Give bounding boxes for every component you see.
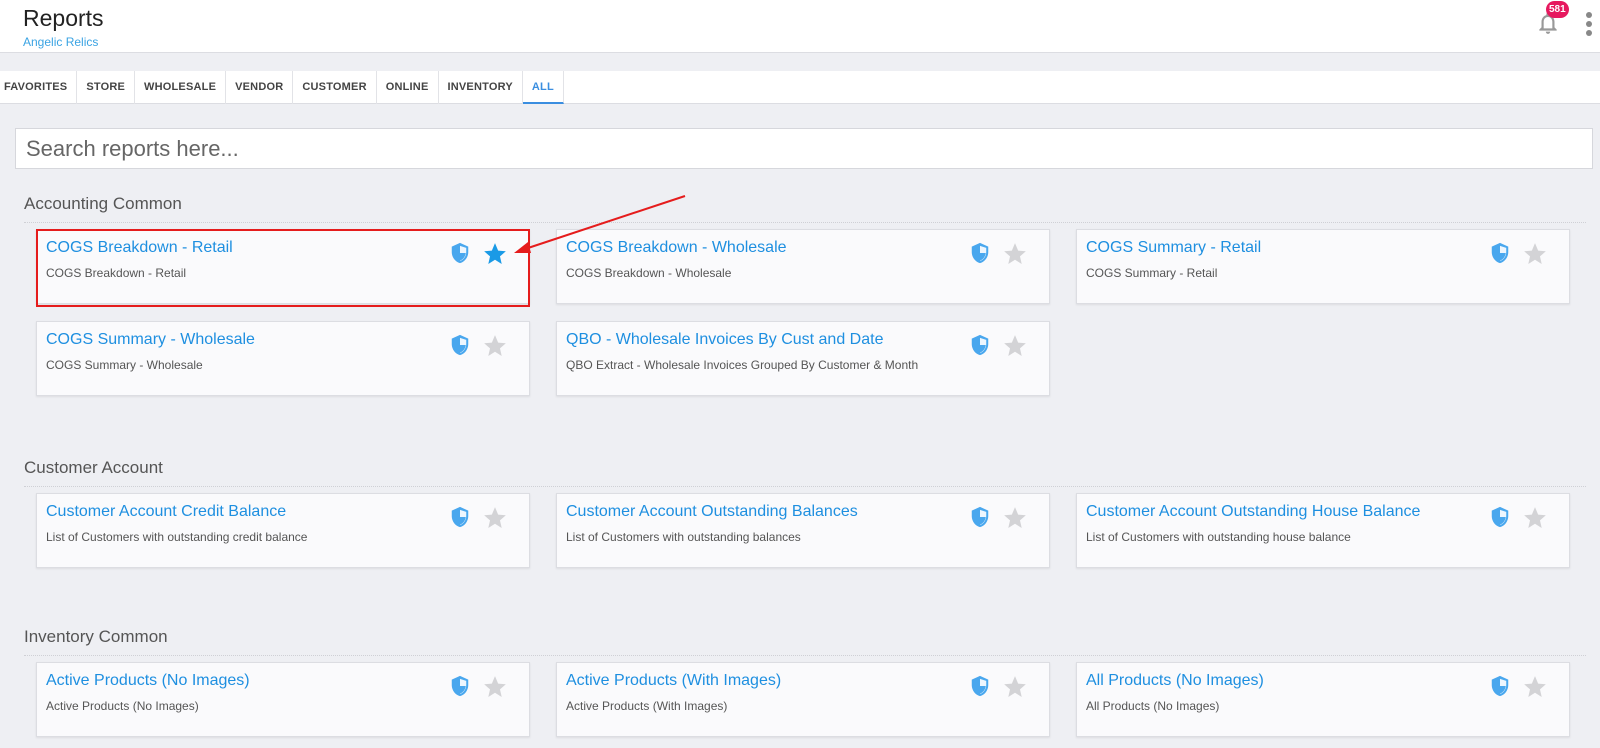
shield-icon: [971, 506, 989, 528]
notification-badge: 581: [1546, 1, 1569, 18]
shield-icon: [451, 242, 469, 264]
tab-online[interactable]: ONLINE: [377, 71, 439, 104]
report-description: List of Customers with outstanding house…: [1086, 530, 1351, 544]
tab-store[interactable]: STORE: [77, 71, 136, 104]
report-description: Active Products (No Images): [46, 699, 199, 713]
shield-icon: [1491, 675, 1509, 697]
report-title-link[interactable]: Customer Account Outstanding Balances: [566, 503, 858, 521]
report-description: COGS Summary - Retail: [1086, 266, 1218, 280]
star-icon[interactable]: [482, 674, 508, 700]
shield-icon: [1491, 506, 1509, 528]
shield-icon: [971, 334, 989, 356]
report-title-link[interactable]: COGS Breakdown - Retail: [46, 239, 233, 257]
report-card[interactable]: Customer Account Outstanding Balances Lis…: [556, 493, 1050, 568]
report-title-link[interactable]: Active Products (With Images): [566, 672, 781, 690]
shield-icon: [451, 675, 469, 697]
report-title-link[interactable]: COGS Breakdown - Wholesale: [566, 239, 787, 257]
report-card[interactable]: Active Products (No Images) Active Produc…: [36, 662, 530, 737]
section-divider: [24, 222, 1586, 223]
report-card[interactable]: Customer Account Credit Balance List of C…: [36, 493, 530, 568]
section-title: Customer Account: [24, 458, 163, 477]
star-icon-favorited[interactable]: [482, 241, 508, 267]
report-title-link[interactable]: Active Products (No Images): [46, 672, 250, 690]
tab-wholesale[interactable]: WHOLESALE: [135, 71, 227, 104]
star-icon[interactable]: [1522, 241, 1548, 267]
tab-vendor[interactable]: VENDOR: [226, 71, 294, 104]
report-card[interactable]: COGS Breakdown - Wholesale COGS Breakdown…: [556, 229, 1050, 304]
report-description: COGS Breakdown - Retail: [46, 266, 187, 280]
report-title-link[interactable]: Customer Account Credit Balance: [46, 503, 286, 521]
star-icon[interactable]: [482, 333, 508, 359]
star-icon[interactable]: [482, 505, 508, 531]
section-title: Inventory Common: [24, 627, 168, 646]
report-card[interactable]: All Products (No Images) All Products (No…: [1076, 662, 1570, 737]
report-card[interactable]: Customer Account Outstanding House Balan…: [1076, 493, 1570, 568]
star-icon[interactable]: [1002, 674, 1028, 700]
shield-icon: [451, 334, 469, 356]
report-description: QBO Extract - Wholesale Invoices Grouped…: [566, 358, 919, 372]
shield-icon: [971, 242, 989, 264]
shield-icon: [451, 506, 469, 528]
shield-icon: [1491, 242, 1509, 264]
top-bar: Reports Angelic Relics 581: [0, 0, 1600, 53]
star-icon[interactable]: [1002, 241, 1028, 267]
report-title-link[interactable]: QBO - Wholesale Invoices By Cust and Dat…: [566, 331, 883, 349]
store-name[interactable]: Angelic Relics: [23, 35, 98, 49]
tab-inventory[interactable]: INVENTORY: [439, 71, 523, 104]
report-card[interactable]: COGS Breakdown - Retail COGS Breakdown - …: [36, 229, 530, 304]
report-title-link[interactable]: COGS Summary - Wholesale: [46, 331, 255, 349]
shield-icon: [971, 675, 989, 697]
section-divider: [24, 655, 1586, 656]
tab-favorites[interactable]: FAVORITES: [0, 71, 78, 104]
section-divider: [24, 486, 1586, 487]
report-card[interactable]: COGS Summary - Wholesale COGS Summary - W…: [36, 321, 530, 396]
report-title-link[interactable]: COGS Summary - Retail: [1086, 239, 1261, 257]
report-card[interactable]: COGS Summary - Retail COGS Summary - Reta…: [1076, 229, 1570, 304]
star-icon[interactable]: [1002, 505, 1028, 531]
kebab-menu-icon[interactable]: [1583, 12, 1595, 38]
search-input[interactable]: Search reports here...: [15, 128, 1593, 169]
report-title-link[interactable]: All Products (No Images): [1086, 672, 1264, 690]
tab-all[interactable]: ALL: [522, 71, 564, 104]
report-title-link[interactable]: Customer Account Outstanding House Balan…: [1086, 503, 1420, 521]
report-description: List of Customers with outstanding credi…: [46, 530, 308, 544]
page-title: Reports: [23, 5, 104, 31]
report-description: Active Products (With Images): [566, 699, 728, 713]
star-icon[interactable]: [1522, 674, 1548, 700]
star-icon[interactable]: [1002, 333, 1028, 359]
section-title: Accounting Common: [24, 194, 182, 213]
report-card[interactable]: Active Products (With Images) Active Prod…: [556, 662, 1050, 737]
star-icon[interactable]: [1522, 505, 1548, 531]
report-category-tabs: FAVORITES STORE WHOLESALE VENDOR CUSTOMER ONL…: [0, 71, 1600, 104]
tab-customer[interactable]: CUSTOMER: [293, 71, 377, 104]
report-description: All Products (No Images): [1086, 699, 1220, 713]
report-description: COGS Summary - Wholesale: [46, 358, 203, 372]
report-description: List of Customers with outstanding balan…: [566, 530, 801, 544]
report-description: COGS Breakdown - Wholesale: [566, 266, 732, 280]
report-card[interactable]: QBO - Wholesale Invoices By Cust and Dat…: [556, 321, 1050, 396]
